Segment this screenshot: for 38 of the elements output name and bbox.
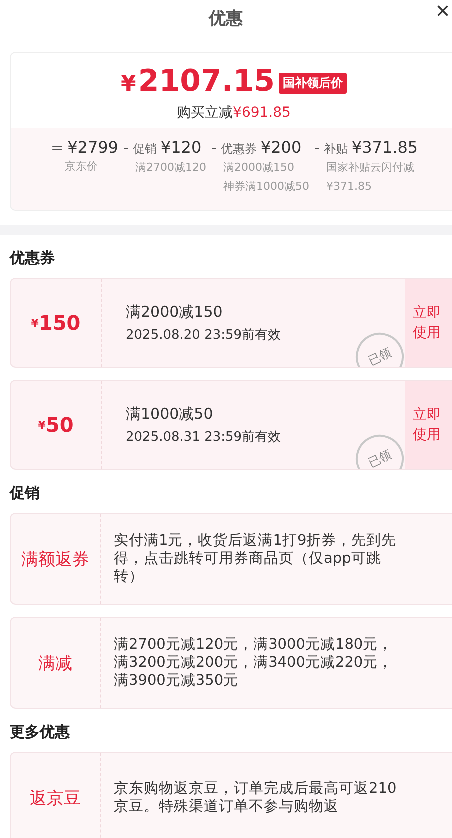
- coupon-value: ¥150: [11, 279, 102, 367]
- section-title: 更多优惠: [10, 723, 71, 742]
- coupon-validity: 2025.08.31 23:59前有效: [126, 428, 282, 446]
- breakdown-label: 促销: [132, 141, 157, 158]
- operator-sign: -: [211, 139, 217, 157]
- breakdown-amount: ¥200: [260, 138, 302, 157]
- section-title: 优惠券: [10, 249, 56, 268]
- promotion-tag: 返京豆: [11, 753, 101, 838]
- use-now-button[interactable]: 立即使用: [405, 381, 452, 469]
- coupon-condition: 满2000减150: [126, 302, 224, 322]
- price-badge: 国补领后价: [278, 73, 347, 94]
- promotion-tag: 满减: [11, 618, 101, 708]
- final-price: ¥2107.15: [121, 65, 275, 101]
- promotion-tag: 满额返券: [11, 514, 101, 604]
- operator-sign: =: [51, 139, 64, 157]
- breakdown-label: 优惠券: [220, 141, 257, 158]
- use-now-button[interactable]: 立即使用: [405, 279, 452, 367]
- saving-text: 购买立减¥691.85: [177, 104, 291, 122]
- operator-sign: -: [123, 139, 129, 157]
- coupon-condition: 满1000减50: [126, 404, 214, 424]
- coupon-validity: 2025.08.20 23:59前有效: [126, 326, 282, 344]
- breakdown-note: 神券满1000减50: [222, 179, 310, 195]
- promotion-description: 满2700元减120元，满3000元减180元，满3200元减200元，满3400元减220元，满3900元减350元: [113, 636, 394, 691]
- dialog-title: 优惠: [209, 8, 243, 30]
- breakdown-amount: ¥120: [160, 138, 202, 157]
- promotion-description: 京东购物返京豆，订单完成后最高可返210京豆。特殊渠道订单不参与购物返: [113, 780, 398, 817]
- breakdown-note: 满2700减120: [134, 160, 206, 176]
- breakdown-amount: ¥371.85: [352, 138, 418, 157]
- section-title: 促销: [10, 484, 41, 503]
- close-button[interactable]: ×: [434, 0, 452, 24]
- promotion-description: 实付满1元，收货后返满1打9折券，先到先得，点击跳转可用券商品页（仅app可跳转）: [113, 532, 398, 587]
- coupon-value: ¥50: [11, 381, 102, 469]
- operator-sign: -: [314, 139, 320, 157]
- breakdown-label: 补贴: [324, 141, 348, 158]
- breakdown-note: 国家补贴云闪付减¥371.85: [325, 160, 416, 195]
- breakdown-note: 京东价: [64, 159, 99, 175]
- breakdown-note: 满2000减150: [222, 160, 296, 176]
- breakdown-amount: ¥2799: [68, 138, 118, 157]
